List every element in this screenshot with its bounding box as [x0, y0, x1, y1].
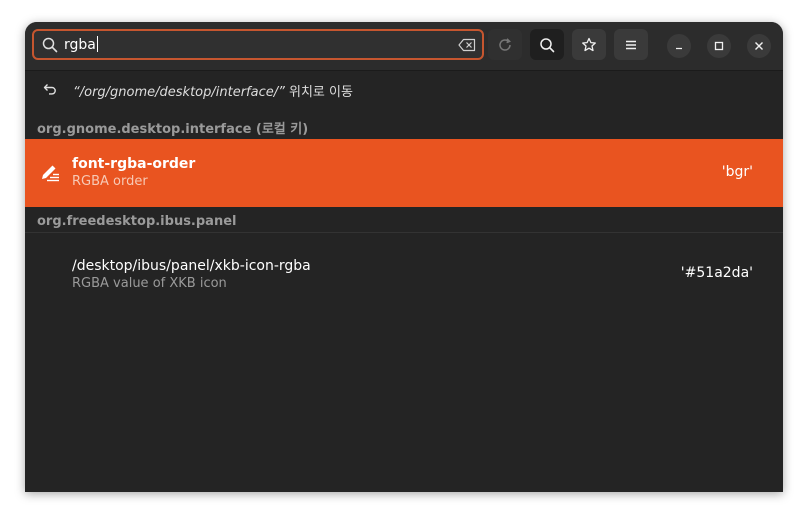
close-button[interactable] [747, 34, 771, 58]
maximize-icon [714, 41, 724, 51]
results-list: “/org/gnome/desktop/interface/” 위치로 이동 o… [25, 71, 783, 492]
search-toggle-button[interactable] [530, 29, 564, 60]
search-toggle-icon [540, 37, 555, 52]
key-summary: RGBA order [72, 174, 148, 189]
star-icon [582, 37, 596, 51]
divider [25, 232, 783, 233]
go-to-path-label: “/org/gnome/desktop/interface/” 위치로 이동 [73, 81, 353, 100]
minimize-icon [676, 47, 682, 50]
go-to-path-row[interactable]: “/org/gnome/desktop/interface/” 위치로 이동 [25, 71, 783, 109]
search-icon [42, 37, 58, 53]
go-to-path-icon [43, 84, 56, 95]
key-value: '#51a2da' [680, 265, 753, 281]
section-header: org.gnome.desktop.interface (로컬 키) [37, 122, 309, 137]
search-input[interactable]: rgba [32, 29, 484, 60]
reload-icon [499, 37, 511, 51]
section-header: org.freedesktop.ibus.panel [37, 214, 237, 229]
reload-button[interactable] [488, 29, 522, 60]
minimize-button[interactable] [667, 34, 691, 58]
key-name: /desktop/ibus/panel/xkb-icon-rgba [72, 258, 311, 274]
list-item[interactable]: font-rgba-order RGBA order 'bgr' [25, 139, 783, 207]
close-icon [755, 42, 763, 50]
list-item[interactable]: /desktop/ibus/panel/xkb-icon-rgba RGBA v… [25, 241, 783, 309]
key-name: font-rgba-order [72, 156, 196, 172]
edit-pencil-icon [42, 165, 59, 182]
app-window: rgba “/org/gnome/desktop/interface/” 위치로… [25, 22, 783, 492]
hamburger-menu-icon [626, 40, 636, 49]
main-menu-button[interactable] [614, 29, 648, 60]
clear-search-icon[interactable] [458, 38, 476, 52]
path-value: “/org/gnome/desktop/interface/” [73, 85, 285, 100]
maximize-button[interactable] [707, 34, 731, 58]
path-suffix: 위치로 이동 [284, 85, 353, 100]
key-value: 'bgr' [721, 164, 753, 180]
header-bar: rgba [25, 22, 783, 71]
search-input-value: rgba [64, 36, 98, 53]
key-summary: RGBA value of XKB icon [72, 276, 227, 291]
bookmarks-button[interactable] [572, 29, 606, 60]
